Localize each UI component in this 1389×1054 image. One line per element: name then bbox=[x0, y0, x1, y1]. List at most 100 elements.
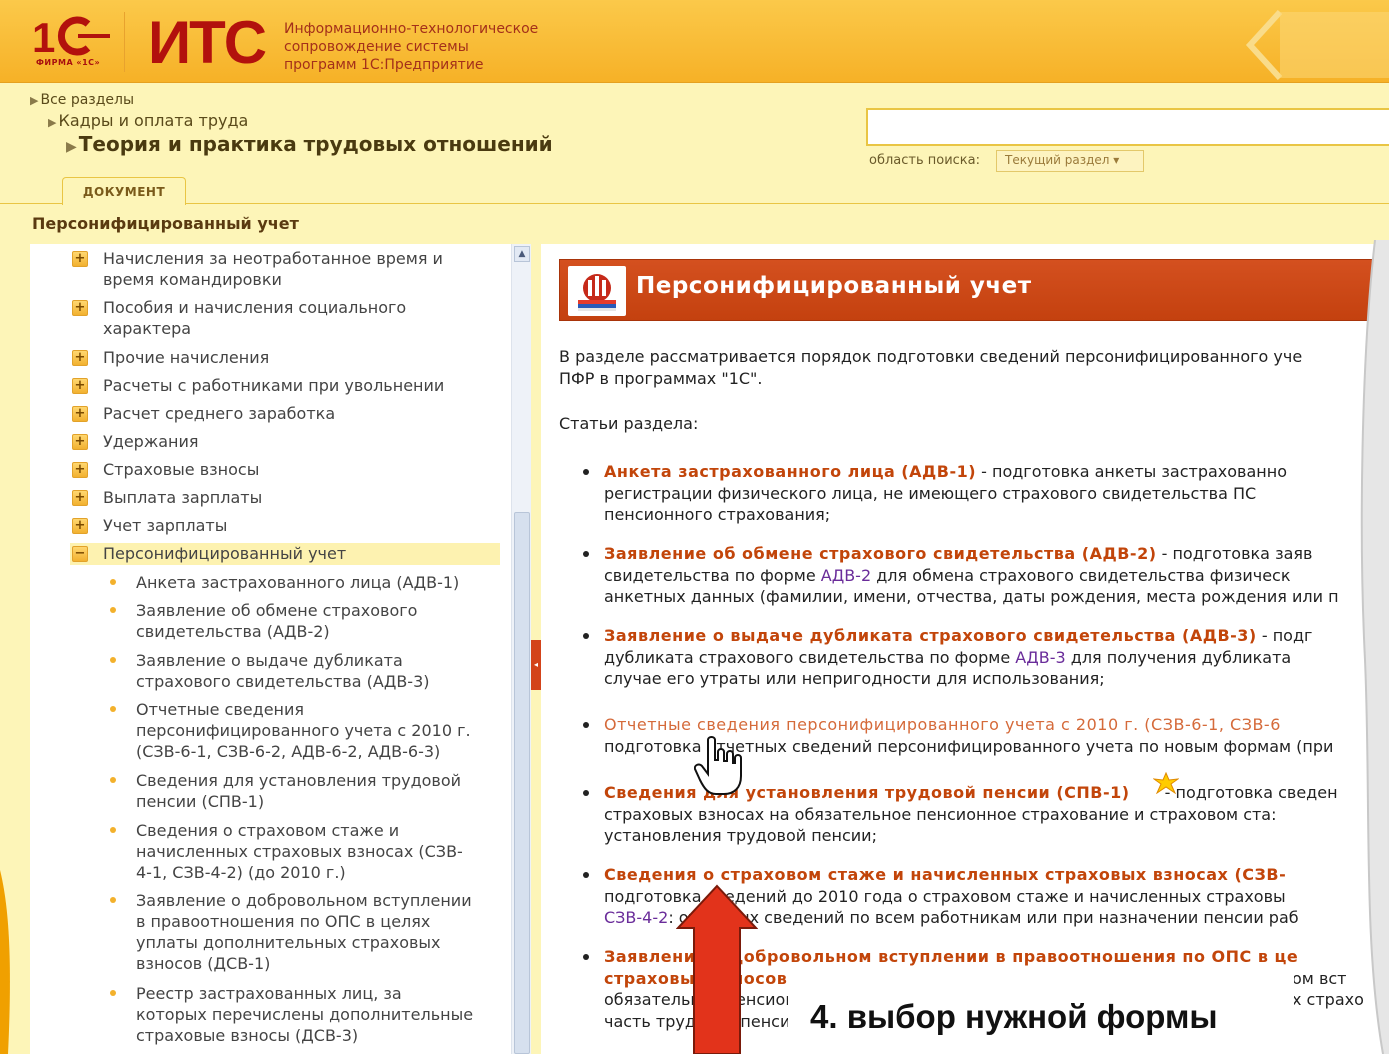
article-text: для обмена страхового свидетельства физи… bbox=[871, 565, 1291, 585]
tree-child-label: Заявление о добровольном вступлении bbox=[136, 891, 472, 910]
article-text: - подготовка анкеты застрахованно bbox=[976, 462, 1287, 481]
breadcrumb-label: Кадры и оплата труда bbox=[58, 111, 249, 130]
tree-child-item[interactable]: Сведения о страховом стаже и начисленных… bbox=[30, 820, 511, 886]
expand-plus-icon[interactable]: + bbox=[72, 406, 88, 422]
bullet-icon bbox=[583, 551, 589, 557]
tree-child-label: страховые взносы (ДСВ-3) bbox=[136, 1026, 359, 1045]
search-scope-select[interactable]: Текущий раздел ▾ bbox=[996, 150, 1144, 172]
form-ref-link[interactable]: АДВ-2 bbox=[821, 566, 871, 585]
expand-plus-icon[interactable]: + bbox=[72, 434, 88, 450]
tree-child-item[interactable]: Заявление о добровольном вступлении в пр… bbox=[30, 890, 511, 978]
collapse-minus-icon[interactable]: − bbox=[72, 546, 88, 562]
breadcrumb-hr-payroll[interactable]: ▶ Кадры и оплата труда bbox=[48, 111, 248, 130]
tree-item-label: Выплата зарплаты bbox=[103, 488, 263, 507]
tree-scrollbar[interactable]: ▲ bbox=[511, 244, 531, 1054]
document-content: Персонифицированный учет В разделе рассм… bbox=[541, 244, 1389, 1054]
logo-its[interactable]: ИТС bbox=[148, 8, 267, 78]
expand-plus-icon[interactable]: + bbox=[72, 378, 88, 394]
article-text: - подготовка заяв bbox=[1156, 544, 1313, 563]
tree-item-label: Персонифицированный учет bbox=[103, 544, 347, 563]
tree-item[interactable]: + Прочие начисления bbox=[30, 347, 511, 369]
expand-plus-icon[interactable]: + bbox=[72, 251, 88, 267]
form-ref-link[interactable]: СЗВ-4-2 bbox=[604, 908, 668, 927]
caption-line: программ 1С:Предприятие bbox=[284, 57, 484, 73]
tree-item-label: Расчет среднего заработка bbox=[103, 404, 336, 423]
article-link-visited[interactable]: Отчетные сведения персонифицированного у… bbox=[604, 715, 1281, 734]
navigation-tree: + Начисления за неотработанное время и в… bbox=[30, 244, 511, 1054]
tree-child-item[interactable]: Реестр застрахованных лиц, за которых пе… bbox=[30, 983, 511, 1049]
up-arrow-icon bbox=[676, 884, 758, 1054]
bullet-icon bbox=[583, 469, 589, 475]
panel-splitter[interactable]: ◂ bbox=[531, 640, 541, 690]
expand-plus-icon[interactable]: + bbox=[72, 518, 88, 534]
scrollbar-thumb[interactable] bbox=[514, 512, 530, 1054]
breadcrumb-current[interactable]: ▶ Теория и практика трудовых отношений bbox=[66, 132, 553, 156]
tree-child-label: Заявление об обмене страхового bbox=[136, 601, 418, 620]
article-item: Заявление об обмене страхового свидетель… bbox=[581, 543, 1389, 609]
scroll-up-icon[interactable]: ▲ bbox=[514, 246, 530, 262]
tree-item-label: Начисления за неотработанное время и bbox=[103, 249, 443, 268]
tree-item[interactable]: + Начисления за неотработанное время и в… bbox=[30, 248, 511, 292]
tree-item-label: Учет зарплаты bbox=[103, 516, 228, 535]
logo-1c-icon[interactable]: 1 ФИРМА «1С» bbox=[30, 14, 114, 74]
app-header: 1 ФИРМА «1С» ИТС Информационно-технологи… bbox=[0, 0, 1389, 83]
article-text: ом вст bbox=[1292, 968, 1347, 988]
tree-child-label: взносов (ДСВ-1) bbox=[136, 954, 271, 973]
svg-text:1: 1 bbox=[32, 14, 55, 58]
tree-item[interactable]: + Пособия и начисления социального харак… bbox=[30, 297, 511, 341]
article-text: - подг bbox=[1256, 626, 1313, 645]
tree-item-active[interactable]: − Персонифицированный учет bbox=[70, 543, 500, 565]
tree-item[interactable]: + Учет зарплаты bbox=[30, 515, 511, 537]
chevron-back-icon[interactable] bbox=[1240, 10, 1389, 80]
breadcrumb-label: Теория и практика трудовых отношений bbox=[78, 132, 553, 156]
tree-item-label: время командировки bbox=[103, 270, 282, 289]
article-item: Анкета застрахованного лица (АДВ-1) - по… bbox=[581, 461, 1389, 527]
its-caption: Информационно-технологическое сопровожде… bbox=[284, 20, 538, 74]
tree-child-label: (СЗВ-6-1, СЗВ-6-2, АДВ-6-2, АДВ-6-3) bbox=[136, 742, 441, 761]
article-text: анкетных данных (фамилии, имени, отчеств… bbox=[604, 587, 1339, 606]
tree-item[interactable]: + Выплата зарплаты bbox=[30, 487, 511, 509]
expand-plus-icon[interactable]: + bbox=[72, 350, 88, 366]
tree-item[interactable]: + Страховые взносы bbox=[30, 459, 511, 481]
tree-item[interactable]: + Расчет среднего заработка bbox=[30, 403, 511, 425]
tab-document[interactable]: ДОКУМЕНТ bbox=[62, 177, 186, 205]
expand-plus-icon[interactable]: + bbox=[72, 490, 88, 506]
article-text: : отчетных сведений по всем работникам и… bbox=[668, 908, 1299, 927]
expand-plus-icon[interactable]: + bbox=[72, 300, 88, 316]
tree-child-label: Анкета застрахованного лица (АДВ-1) bbox=[136, 573, 460, 592]
search-scope-label: область поиска: bbox=[869, 153, 981, 168]
bullet-icon bbox=[583, 722, 589, 728]
tree-item[interactable]: + Расчеты с работниками при увольнении bbox=[30, 375, 511, 397]
tree-child-label: в правоотношения по ОПС в целях bbox=[136, 912, 431, 931]
tree-child-item[interactable]: Заявление о выдаче дубликата страхового … bbox=[30, 650, 511, 694]
article-link[interactable]: Заявление об обмене страхового свидетель… bbox=[604, 544, 1157, 563]
logo-divider bbox=[124, 12, 125, 72]
article-item: Заявление о выдаче дубликата страхового … bbox=[581, 625, 1389, 691]
tree-child-label: пенсии (СПВ-1) bbox=[136, 792, 265, 811]
document-banner: Персонифицированный учет bbox=[559, 259, 1389, 321]
article-link[interactable]: Заявление о выдаче дубликата страхового … bbox=[604, 626, 1257, 645]
article-text: - подготовка сведен bbox=[1159, 783, 1338, 802]
article-link[interactable]: Сведения для установления трудовой пенси… bbox=[604, 783, 1130, 802]
articles-heading: Статьи раздела: bbox=[559, 414, 699, 433]
tree-child-item[interactable]: Анкета застрахованного лица (АДВ-1) bbox=[30, 572, 511, 594]
breadcrumb-all-sections[interactable]: ▶ Все разделы bbox=[30, 92, 134, 108]
article-link[interactable]: Сведения о страховом стаже и начисленных… bbox=[604, 865, 1286, 884]
form-ref-link[interactable]: АДВ-3 bbox=[1015, 648, 1065, 667]
article-text: случае его утраты или непригодности для … bbox=[604, 669, 1105, 688]
caption-line: сопровождение системы bbox=[284, 39, 469, 55]
tab-strip bbox=[0, 203, 1389, 204]
tree-item-label: характера bbox=[103, 319, 192, 338]
tree-child-item[interactable]: Отчетные сведения персонифицированного у… bbox=[30, 699, 511, 765]
tree-item[interactable]: + Удержания bbox=[30, 431, 511, 453]
page-curl-decoration bbox=[1360, 240, 1389, 1054]
tree-child-item[interactable]: Сведения для установления трудовой пенси… bbox=[30, 770, 511, 814]
bullet-icon bbox=[110, 657, 116, 663]
article-text: х страхо bbox=[1292, 990, 1364, 1009]
caption-line: Информационно-технологическое bbox=[284, 21, 539, 37]
search-input[interactable] bbox=[866, 108, 1389, 146]
tree-child-label: Реестр застрахованных лиц, за bbox=[136, 984, 402, 1003]
tree-child-item[interactable]: Заявление об обмене страхового свидетель… bbox=[30, 600, 511, 644]
article-link[interactable]: Анкета застрахованного лица (АДВ-1) bbox=[604, 462, 976, 481]
expand-plus-icon[interactable]: + bbox=[72, 462, 88, 478]
